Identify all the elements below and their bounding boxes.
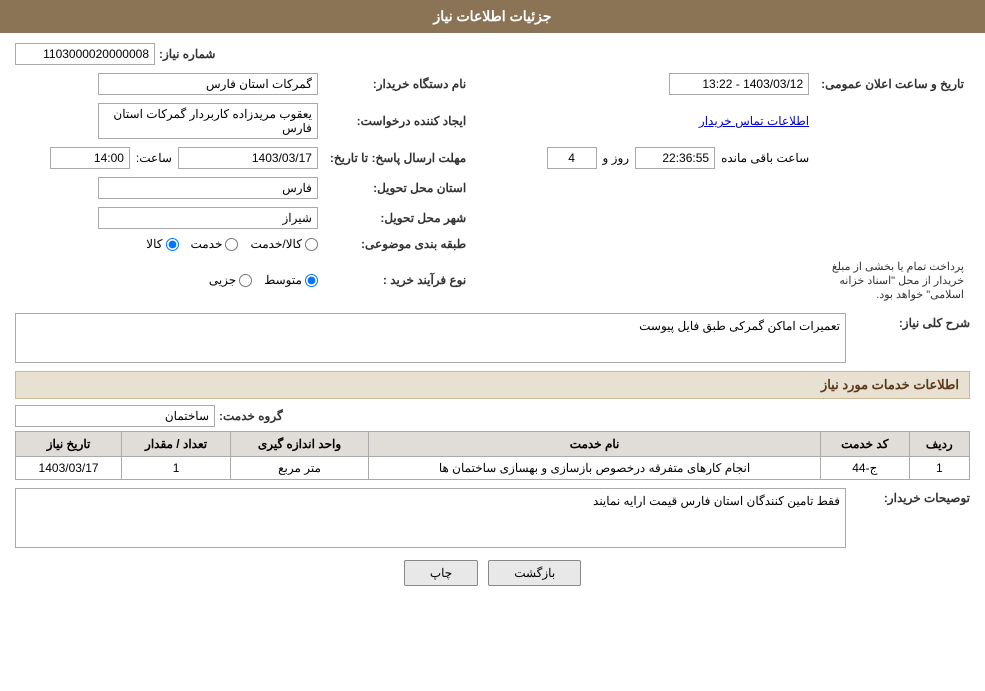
tabaghe-option-kala-khadmat[interactable]: کالا/خدمت (250, 237, 317, 251)
col-radif: ردیف (909, 432, 969, 457)
mohlat-date: 1403/03/17 (178, 147, 318, 169)
noe-farayand-jozii[interactable]: جزیی (209, 273, 252, 287)
tabaghe-label: طبقه بندی موضوعی: (324, 233, 472, 255)
service-section-header: اطلاعات خدمات مورد نیاز (15, 371, 970, 399)
tosif-label: توصیحات خریدار: (850, 488, 970, 505)
mohlat-saat-label: ساعت: (136, 151, 172, 165)
print-button[interactable]: چاپ (404, 560, 478, 586)
cell-tedad: 1 (122, 457, 231, 480)
col-nam: نام خدمت (369, 432, 821, 457)
col-tarikh: تاریخ نیاز (16, 432, 122, 457)
cell-radif: 1 (909, 457, 969, 480)
ijadKonande-link[interactable]: اطلاعات تماس خریدار (699, 114, 809, 128)
cell-kod: ج-44 (821, 457, 910, 480)
shomare-niaz-row: شماره نیاز: 1103000020000008 (15, 43, 970, 65)
table-header-row: ردیف کد خدمت نام خدمت واحد اندازه گیری ت… (16, 432, 970, 457)
mohlat-saat: 14:00 (50, 147, 130, 169)
buttons-row: بازگشت چاپ (15, 560, 970, 586)
tosif-value: فقط تامین کنندگان استان فارس قیمت ارایه … (15, 488, 846, 548)
noe-farayand-label: نوع فرآیند خرید : (324, 255, 472, 305)
cell-tarikh: 1403/03/17 (16, 457, 122, 480)
grohe-khadmat-row: گروه خدمت: ساختمان (15, 405, 970, 427)
tabaghe-radio-group: کالا/خدمت خدمت کالا (21, 237, 318, 251)
tabaghe-option-kala[interactable]: کالا (146, 237, 178, 251)
tarikhElan-value: 1403/03/12 - 13:22 (669, 73, 809, 95)
cell-nam: انجام کارهای متفرقه درخصوص بازسازی و بهس… (369, 457, 821, 480)
row-shahr: شهر محل تحویل: شیراز (15, 203, 970, 233)
grohe-khadmat-value: ساختمان (15, 405, 215, 427)
back-button[interactable]: بازگشت (488, 560, 581, 586)
ijadKonande-value: یعقوب مریدزاده کاربردار گمرکات استان فار… (98, 103, 318, 139)
content-area: شماره نیاز: 1103000020000008 تاریخ و ساع… (0, 43, 985, 586)
tarikhElan-label: تاریخ و ساعت اعلان عمومی: (815, 69, 970, 99)
shomare-niaz-value: 1103000020000008 (15, 43, 155, 65)
tabaghe-option-khadmat[interactable]: خدمت (191, 237, 239, 251)
mohlat-countdown: 22:36:55 (635, 147, 715, 169)
mohlat-label: مهلت ارسال پاسخ: تا تاریخ: (324, 143, 472, 173)
ostan-value: فارس (98, 177, 318, 199)
row-noe-farayand: پرداخت تمام یا بخشی از مبلغ خریدار از مح… (15, 255, 970, 305)
row-mohlat: ساعت باقی مانده 22:36:55 روز و 4 مهلت ار… (15, 143, 970, 173)
sharh-section-row: شرح کلی نیاز: تعمیرات اماکن گمرکی طبق فا… (15, 313, 970, 363)
page-header: جزئیات اطلاعات نیاز (0, 0, 985, 33)
shahr-value: شیراز (98, 207, 318, 229)
col-kod: کد خدمت (821, 432, 910, 457)
mohlat-baghimande-label: ساعت باقی مانده (721, 151, 809, 165)
namDastgah-label: نام دستگاه خریدار: (324, 69, 472, 99)
ijadKonande-label: ایجاد کننده درخواست: (324, 99, 472, 143)
shomare-niaz-label: شماره نیاز: (159, 47, 215, 61)
cell-vahed: متر مربع (230, 457, 368, 480)
row-ealaan-dastgah: تاریخ و ساعت اعلان عمومی: 1403/03/12 - 1… (15, 69, 970, 99)
noe-farayand-radio-group: متوسط جزیی (21, 273, 318, 287)
table-row: 1ج-44انجام کارهای متفرقه درخصوص بازسازی … (16, 457, 970, 480)
noe-farayand-motovaset[interactable]: متوسط (264, 273, 318, 287)
row-ijad: اطلاعات تماس خریدار ایجاد کننده درخواست:… (15, 99, 970, 143)
namDastgah-value: گمرکات استان فارس (98, 73, 318, 95)
row-ostan: استان محل تحویل: فارس (15, 173, 970, 203)
services-table: ردیف کد خدمت نام خدمت واحد اندازه گیری ت… (15, 431, 970, 480)
page-title: جزئیات اطلاعات نیاز (433, 8, 551, 24)
tosif-section-row: توصیحات خریدار: فقط تامین کنندگان استان … (15, 488, 970, 548)
mohlat-roz-label: روز و (603, 151, 630, 165)
mohlat-roz: 4 (547, 147, 597, 169)
row-tabaghe: طبقه بندی موضوعی: کالا/خدمت خدمت کالا (15, 233, 970, 255)
ostan-label: استان محل تحویل: (324, 173, 472, 203)
shahr-label: شهر محل تحویل: (324, 203, 472, 233)
sharh-text: تعمیرات اماکن گمرکی طبق فایل پیوست (639, 319, 840, 333)
col-vahed: واحد اندازه گیری (230, 432, 368, 457)
page-wrapper: جزئیات اطلاعات نیاز شماره نیاز: 11030000… (0, 0, 985, 691)
tosif-text: فقط تامین کنندگان استان فارس قیمت ارایه … (593, 494, 840, 508)
info-table-top: تاریخ و ساعت اعلان عمومی: 1403/03/12 - 1… (15, 69, 970, 305)
sharh-label: شرح کلی نیاز: (850, 313, 970, 330)
col-tedad: تعداد / مقدار (122, 432, 231, 457)
grohe-khadmat-label: گروه خدمت: (219, 409, 283, 423)
sharh-value: تعمیرات اماکن گمرکی طبق فایل پیوست (15, 313, 846, 363)
noe-farayand-note: پرداخت تمام یا بخشی از مبلغ خریدار از مح… (832, 259, 964, 303)
